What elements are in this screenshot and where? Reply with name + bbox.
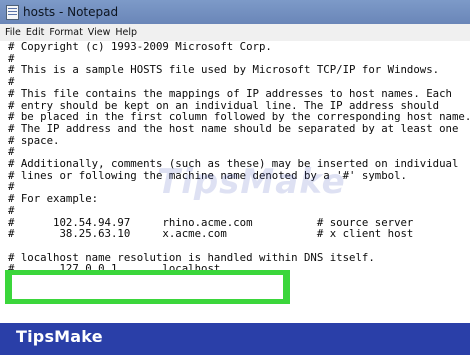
editor-line: # space. bbox=[8, 133, 60, 147]
brand-logo: TipsMake bbox=[16, 327, 103, 346]
editor-line: # The IP address and the host name shoul… bbox=[8, 121, 459, 135]
menu-help[interactable]: Help bbox=[115, 27, 137, 38]
notepad-icon bbox=[6, 4, 19, 20]
editor-line: # 38.25.63.10 x.acme.com # x client host bbox=[8, 227, 414, 241]
new-entry-area[interactable] bbox=[12, 275, 283, 299]
menu-view[interactable]: View bbox=[88, 27, 111, 38]
editor-line: # Copyright (c) 1993-2009 Microsoft Corp… bbox=[8, 41, 272, 53]
menu-file[interactable]: File bbox=[5, 27, 21, 38]
text-editor[interactable]: # Copyright (c) 1993-2009 Microsoft Corp… bbox=[0, 41, 470, 323]
menu-edit[interactable]: Edit bbox=[26, 27, 44, 38]
new-entry-highlight bbox=[5, 270, 290, 304]
window-title: hosts - Notepad bbox=[23, 5, 119, 19]
editor-line: # This is a sample HOSTS file used by Mi… bbox=[8, 63, 440, 77]
menu-bar: File Edit Format View Help bbox=[0, 24, 470, 41]
editor-line: # For example: bbox=[8, 192, 99, 206]
watermark: TipsMake bbox=[157, 162, 346, 202]
menu-format[interactable]: Format bbox=[49, 27, 82, 38]
title-bar[interactable]: hosts - Notepad bbox=[0, 0, 470, 24]
notepad-window: hosts - Notepad File Edit Format View He… bbox=[0, 0, 470, 323]
